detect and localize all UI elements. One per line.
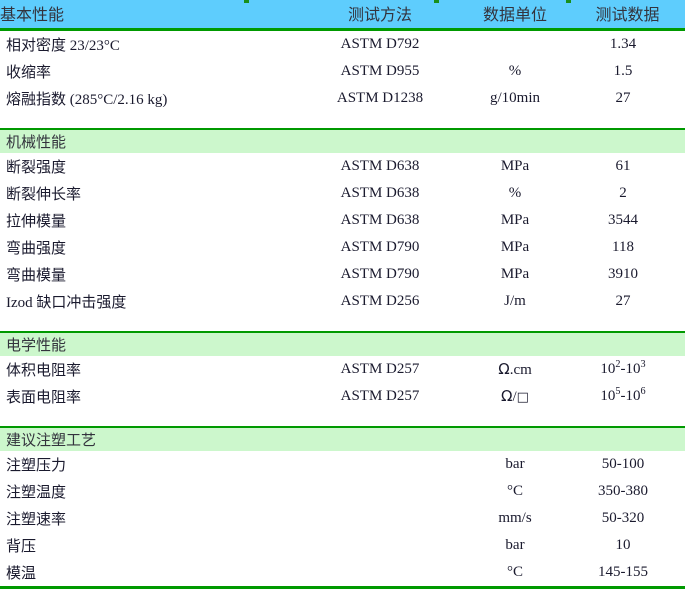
- cell-unit: MPa: [460, 153, 570, 180]
- cell-unit: [460, 30, 570, 59]
- cell-value: 1.34: [570, 30, 685, 59]
- table-row: 拉伸模量ASTM D638MPa3544: [0, 207, 685, 234]
- table-row: 断裂伸长率ASTM D638%2: [0, 180, 685, 207]
- cell-method: ASTM D790: [300, 261, 460, 288]
- cell-value: 105-106: [570, 383, 685, 410]
- table-row: 收缩率ASTM D955%1.5: [0, 58, 685, 85]
- table-row: 注塑压力 bar50-100: [0, 451, 685, 478]
- cell-property: 注塑温度: [0, 478, 300, 505]
- section-spacer: [0, 315, 685, 332]
- cell-method: ASTM D790: [300, 234, 460, 261]
- cell-value: 3910: [570, 261, 685, 288]
- section-header-1: 机械性能: [0, 129, 685, 153]
- cell-value: 2: [570, 180, 685, 207]
- cell-property: Izod 缺口冲击强度: [0, 288, 300, 315]
- cell-value: 50-100: [570, 451, 685, 478]
- cell-method: [300, 505, 460, 532]
- section-spacer: [0, 410, 685, 427]
- cell-method: ASTM D1238: [300, 85, 460, 112]
- cell-property: 体积电阻率: [0, 356, 300, 383]
- cell-unit: MPa: [460, 234, 570, 261]
- cell-property: 断裂伸长率: [0, 180, 300, 207]
- section-spacer: [0, 112, 685, 129]
- column-header-method: 测试方法: [300, 0, 460, 30]
- cell-value: 27: [570, 85, 685, 112]
- cell-value: 102-103: [570, 356, 685, 383]
- table-row: Izod 缺口冲击强度ASTM D256J/m27: [0, 288, 685, 315]
- section-title: 电学性能: [0, 332, 685, 356]
- cell-unit: bar: [460, 532, 570, 559]
- cell-property: 拉伸模量: [0, 207, 300, 234]
- table-row: 注塑温度 °C350-380: [0, 478, 685, 505]
- datasheet-container: 基本性能测试方法数据单位测试数据相对密度 23/23°CASTM D7921.3…: [0, 0, 685, 589]
- table-row: 模温 °C145-155: [0, 559, 685, 588]
- cell-unit: %: [460, 180, 570, 207]
- cell-property: 背压: [0, 532, 300, 559]
- cell-property: 弯曲模量: [0, 261, 300, 288]
- table-row: 弯曲模量ASTM D790MPa3910: [0, 261, 685, 288]
- cell-unit: MPa: [460, 261, 570, 288]
- cell-property: 弯曲强度: [0, 234, 300, 261]
- cell-unit: Ω.cm: [460, 356, 570, 383]
- cell-unit: bar: [460, 451, 570, 478]
- cell-unit: J/m: [460, 288, 570, 315]
- cell-unit: °C: [460, 478, 570, 505]
- cell-method: ASTM D792: [300, 30, 460, 59]
- table-row: 熔融指数 (285°C/2.16 kg)ASTM D1238g/10min27: [0, 85, 685, 112]
- cell-value: 118: [570, 234, 685, 261]
- cell-method: ASTM D257: [300, 383, 460, 410]
- cell-property: 注塑速率: [0, 505, 300, 532]
- cell-method: [300, 478, 460, 505]
- cell-value: 3544: [570, 207, 685, 234]
- table-header-row: 基本性能测试方法数据单位测试数据: [0, 0, 685, 30]
- table-row: 相对密度 23/23°CASTM D792 1.34: [0, 30, 685, 59]
- cell-method: [300, 451, 460, 478]
- cell-unit: MPa: [460, 207, 570, 234]
- table-row: 体积电阻率ASTM D257Ω.cm102-103: [0, 356, 685, 383]
- cell-method: ASTM D638: [300, 153, 460, 180]
- cell-property: 模温: [0, 559, 300, 588]
- cell-property: 相对密度 23/23°C: [0, 30, 300, 59]
- section-title: 建议注塑工艺: [0, 427, 685, 451]
- cell-property: 熔融指数 (285°C/2.16 kg): [0, 85, 300, 112]
- column-header-property: 基本性能: [0, 0, 300, 30]
- cell-property: 注塑压力: [0, 451, 300, 478]
- table-row: 断裂强度ASTM D638MPa61: [0, 153, 685, 180]
- cell-unit: °C: [460, 559, 570, 588]
- cell-unit: g/10min: [460, 85, 570, 112]
- cell-value: 1.5: [570, 58, 685, 85]
- cell-property: 表面电阻率: [0, 383, 300, 410]
- cell-method: ASTM D257: [300, 356, 460, 383]
- table-row: 注塑速率 mm/s50-320: [0, 505, 685, 532]
- cell-value: 350-380: [570, 478, 685, 505]
- cell-method: ASTM D955: [300, 58, 460, 85]
- column-header-unit: 数据单位: [460, 0, 570, 30]
- material-properties-table: 基本性能测试方法数据单位测试数据相对密度 23/23°CASTM D7921.3…: [0, 0, 685, 589]
- table-row: 背压 bar10: [0, 532, 685, 559]
- cell-property: 断裂强度: [0, 153, 300, 180]
- section-title: 机械性能: [0, 129, 685, 153]
- section-header-2: 电学性能: [0, 332, 685, 356]
- cell-method: ASTM D256: [300, 288, 460, 315]
- table-row: 表面电阻率ASTM D257Ω/□105-106: [0, 383, 685, 410]
- cell-value: 10: [570, 532, 685, 559]
- cell-value: 145-155: [570, 559, 685, 588]
- cell-method: ASTM D638: [300, 180, 460, 207]
- table-row: 弯曲强度ASTM D790MPa118: [0, 234, 685, 261]
- cell-property: 收缩率: [0, 58, 300, 85]
- cell-method: [300, 532, 460, 559]
- cell-method: [300, 559, 460, 588]
- column-header-value: 测试数据: [570, 0, 685, 30]
- cell-unit: Ω/□: [460, 383, 570, 410]
- cell-value: 61: [570, 153, 685, 180]
- section-header-3: 建议注塑工艺: [0, 427, 685, 451]
- cell-value: 27: [570, 288, 685, 315]
- cell-method: ASTM D638: [300, 207, 460, 234]
- cell-value: 50-320: [570, 505, 685, 532]
- cell-unit: %: [460, 58, 570, 85]
- cell-unit: mm/s: [460, 505, 570, 532]
